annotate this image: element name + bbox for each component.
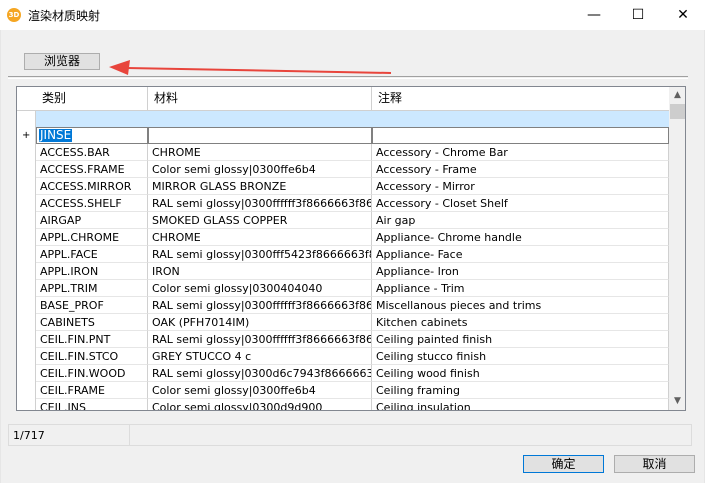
record-count: 1/717 bbox=[13, 429, 45, 442]
column-header-comment[interactable]: 注释 bbox=[372, 87, 669, 110]
title-bar: 3D 渲染材质映射 — ☐ ✕ bbox=[0, 0, 705, 30]
table-row[interactable]: CEIL.FIN.PNT RAL semi glossy|0300ffffff3f… bbox=[36, 331, 669, 348]
cell-comment[interactable]: Appliance - Trim bbox=[372, 280, 669, 297]
cell-comment[interactable]: Ceiling stucco finish bbox=[372, 348, 669, 365]
scroll-up-icon[interactable]: ▲ bbox=[669, 87, 685, 104]
cell-material[interactable]: RAL semi glossy|0300ffffff3f8666663f8666… bbox=[148, 297, 372, 314]
cell-category[interactable]: APPL.FACE bbox=[36, 246, 148, 263]
cell-comment[interactable]: Accessory - Chrome Bar bbox=[372, 144, 669, 161]
cell-comment[interactable]: Appliance- Face bbox=[372, 246, 669, 263]
ok-button[interactable]: 确定 bbox=[523, 455, 604, 473]
cell-category[interactable]: APPL.IRON bbox=[36, 263, 148, 280]
cell-material[interactable]: RAL semi glossy|0300ffffff3f8666663f8666… bbox=[148, 195, 372, 212]
separator bbox=[8, 78, 688, 79]
table-row[interactable]: APPL.IRON IRON Appliance- Iron bbox=[36, 263, 669, 280]
new-row-material-cell[interactable] bbox=[148, 127, 372, 144]
table-row[interactable]: APPL.TRIM Color semi glossy|0300404040 App… bbox=[36, 280, 669, 297]
cell-comment[interactable]: Ceiling insulation bbox=[372, 399, 669, 410]
cell-category[interactable]: AIRGAP bbox=[36, 212, 148, 229]
cell-material[interactable]: CHROME bbox=[148, 229, 372, 246]
cell-category[interactable]: CABINETS bbox=[36, 314, 148, 331]
cell-comment[interactable]: Accessory - Mirror bbox=[372, 178, 669, 195]
table-row[interactable]: ACCESS.MIRROR MIRROR GLASS BRONZE Accessor… bbox=[36, 178, 669, 195]
material-grid[interactable]: 类别 材料 注释 + JINSE ACCESS.BAR CHROME Accesso… bbox=[16, 86, 686, 411]
grid-header: 类别 材料 注释 bbox=[17, 87, 669, 111]
cell-material[interactable]: IRON bbox=[148, 263, 372, 280]
cell-material[interactable]: OAK (PFH7014IM) bbox=[148, 314, 372, 331]
cell-category[interactable]: CEIL.FIN.STCO bbox=[36, 348, 148, 365]
cell-comment[interactable]: Appliance- Chrome handle bbox=[372, 229, 669, 246]
table-row[interactable]: CEIL.INS Color semi glossy|0300d9d900 Ceil… bbox=[36, 399, 669, 410]
cancel-button[interactable]: 取消 bbox=[614, 455, 695, 473]
table-row[interactable]: ACCESS.FRAME Color semi glossy|0300ffe6b4… bbox=[36, 161, 669, 178]
cell-material[interactable]: CHROME bbox=[148, 144, 372, 161]
new-row-comment-cell[interactable] bbox=[372, 127, 669, 144]
cell-category[interactable]: ACCESS.FRAME bbox=[36, 161, 148, 178]
minimize-button[interactable]: — bbox=[572, 0, 616, 30]
close-button[interactable]: ✕ bbox=[661, 0, 705, 30]
new-row[interactable]: JINSE bbox=[36, 127, 669, 144]
category-edit-input[interactable]: JINSE bbox=[39, 129, 73, 142]
cell-comment[interactable]: Kitchen cabinets bbox=[372, 314, 669, 331]
table-row[interactable]: BASE_PROF RAL semi glossy|0300ffffff3f866… bbox=[36, 297, 669, 314]
cell-material[interactable]: GREY STUCCO 4 c bbox=[148, 348, 372, 365]
table-row[interactable]: APPL.CHROME CHROME Appliance- Chrome handl… bbox=[36, 229, 669, 246]
cell-material[interactable]: Color semi glossy|0300ffe6b4 bbox=[148, 382, 372, 399]
cell-comment[interactable]: Miscellanous pieces and trims bbox=[372, 297, 669, 314]
cell-category[interactable]: CEIL.FIN.PNT bbox=[36, 331, 148, 348]
table-row[interactable]: CEIL.FRAME Color semi glossy|0300ffe6b4 Ce… bbox=[36, 382, 669, 399]
cell-comment[interactable]: Accessory - Frame bbox=[372, 161, 669, 178]
app-icon: 3D bbox=[7, 8, 21, 22]
cell-category[interactable]: CEIL.INS bbox=[36, 399, 148, 410]
cell-material[interactable]: RAL semi glossy|0300ffffff3f8666663f8666… bbox=[148, 331, 372, 348]
table-row[interactable]: ACCESS.BAR CHROME Accessory - Chrome Bar bbox=[36, 144, 669, 161]
cell-category[interactable]: ACCESS.BAR bbox=[36, 144, 148, 161]
vertical-scrollbar[interactable]: ▲ ▼ bbox=[669, 87, 685, 410]
cell-comment[interactable]: Ceiling wood finish bbox=[372, 365, 669, 382]
separator bbox=[8, 76, 688, 77]
maximize-button[interactable]: ☐ bbox=[616, 0, 660, 30]
scroll-down-icon[interactable]: ▼ bbox=[669, 393, 685, 410]
cell-category[interactable]: BASE_PROF bbox=[36, 297, 148, 314]
column-header-material[interactable]: 材料 bbox=[148, 87, 372, 110]
cell-category[interactable]: CEIL.FRAME bbox=[36, 382, 148, 399]
status-divider bbox=[129, 425, 130, 445]
cell-comment[interactable]: Ceiling framing bbox=[372, 382, 669, 399]
cell-category[interactable]: APPL.CHROME bbox=[36, 229, 148, 246]
cell-comment[interactable]: Ceiling painted finish bbox=[372, 331, 669, 348]
scroll-thumb[interactable] bbox=[670, 104, 685, 119]
cell-material[interactable]: RAL semi glossy|0300d6c7943f8666663f866.… bbox=[148, 365, 372, 382]
arrow-annotation-icon bbox=[109, 60, 392, 75]
cell-material[interactable]: SMOKED GLASS COPPER bbox=[148, 212, 372, 229]
cell-category[interactable]: APPL.TRIM bbox=[36, 280, 148, 297]
cell-category[interactable]: CEIL.FIN.WOOD bbox=[36, 365, 148, 382]
cell-material[interactable]: Color semi glossy|0300404040 bbox=[148, 280, 372, 297]
table-row[interactable]: CABINETS OAK (PFH7014IM) Kitchen cabinets bbox=[36, 314, 669, 331]
table-row[interactable]: CEIL.FIN.WOOD RAL semi glossy|0300d6c7943… bbox=[36, 365, 669, 382]
cell-comment[interactable]: Accessory - Closet Shelf bbox=[372, 195, 669, 212]
status-bar: 1/717 bbox=[8, 424, 692, 446]
cell-material[interactable]: Color semi glossy|0300d9d900 bbox=[148, 399, 372, 410]
table-row[interactable]: ACCESS.SHELF RAL semi glossy|0300ffffff3f… bbox=[36, 195, 669, 212]
new-row-category-cell[interactable]: JINSE bbox=[36, 127, 148, 144]
new-row-marker: + bbox=[22, 130, 31, 141]
table-row[interactable]: APPL.FACE RAL semi glossy|0300fff5423f866… bbox=[36, 246, 669, 263]
window-title: 渲染材质映射 bbox=[28, 9, 101, 23]
cell-category[interactable]: ACCESS.MIRROR bbox=[36, 178, 148, 195]
cell-material[interactable]: Color semi glossy|0300ffe6b4 bbox=[148, 161, 372, 178]
selected-row[interactable] bbox=[36, 111, 669, 127]
cell-comment[interactable]: Air gap bbox=[372, 212, 669, 229]
cell-comment[interactable]: Appliance- Iron bbox=[372, 263, 669, 280]
table-row[interactable]: AIRGAP SMOKED GLASS COPPER Air gap bbox=[36, 212, 669, 229]
cell-category[interactable]: ACCESS.SHELF bbox=[36, 195, 148, 212]
column-header-category[interactable]: 类别 bbox=[36, 87, 148, 110]
cell-material[interactable]: MIRROR GLASS BRONZE bbox=[148, 178, 372, 195]
cell-material[interactable]: RAL semi glossy|0300fff5423f8666663f8666… bbox=[148, 246, 372, 263]
browse-button[interactable]: 浏览器 bbox=[24, 53, 100, 70]
table-row[interactable]: CEIL.FIN.STCO GREY STUCCO 4 c Ceiling stuc… bbox=[36, 348, 669, 365]
